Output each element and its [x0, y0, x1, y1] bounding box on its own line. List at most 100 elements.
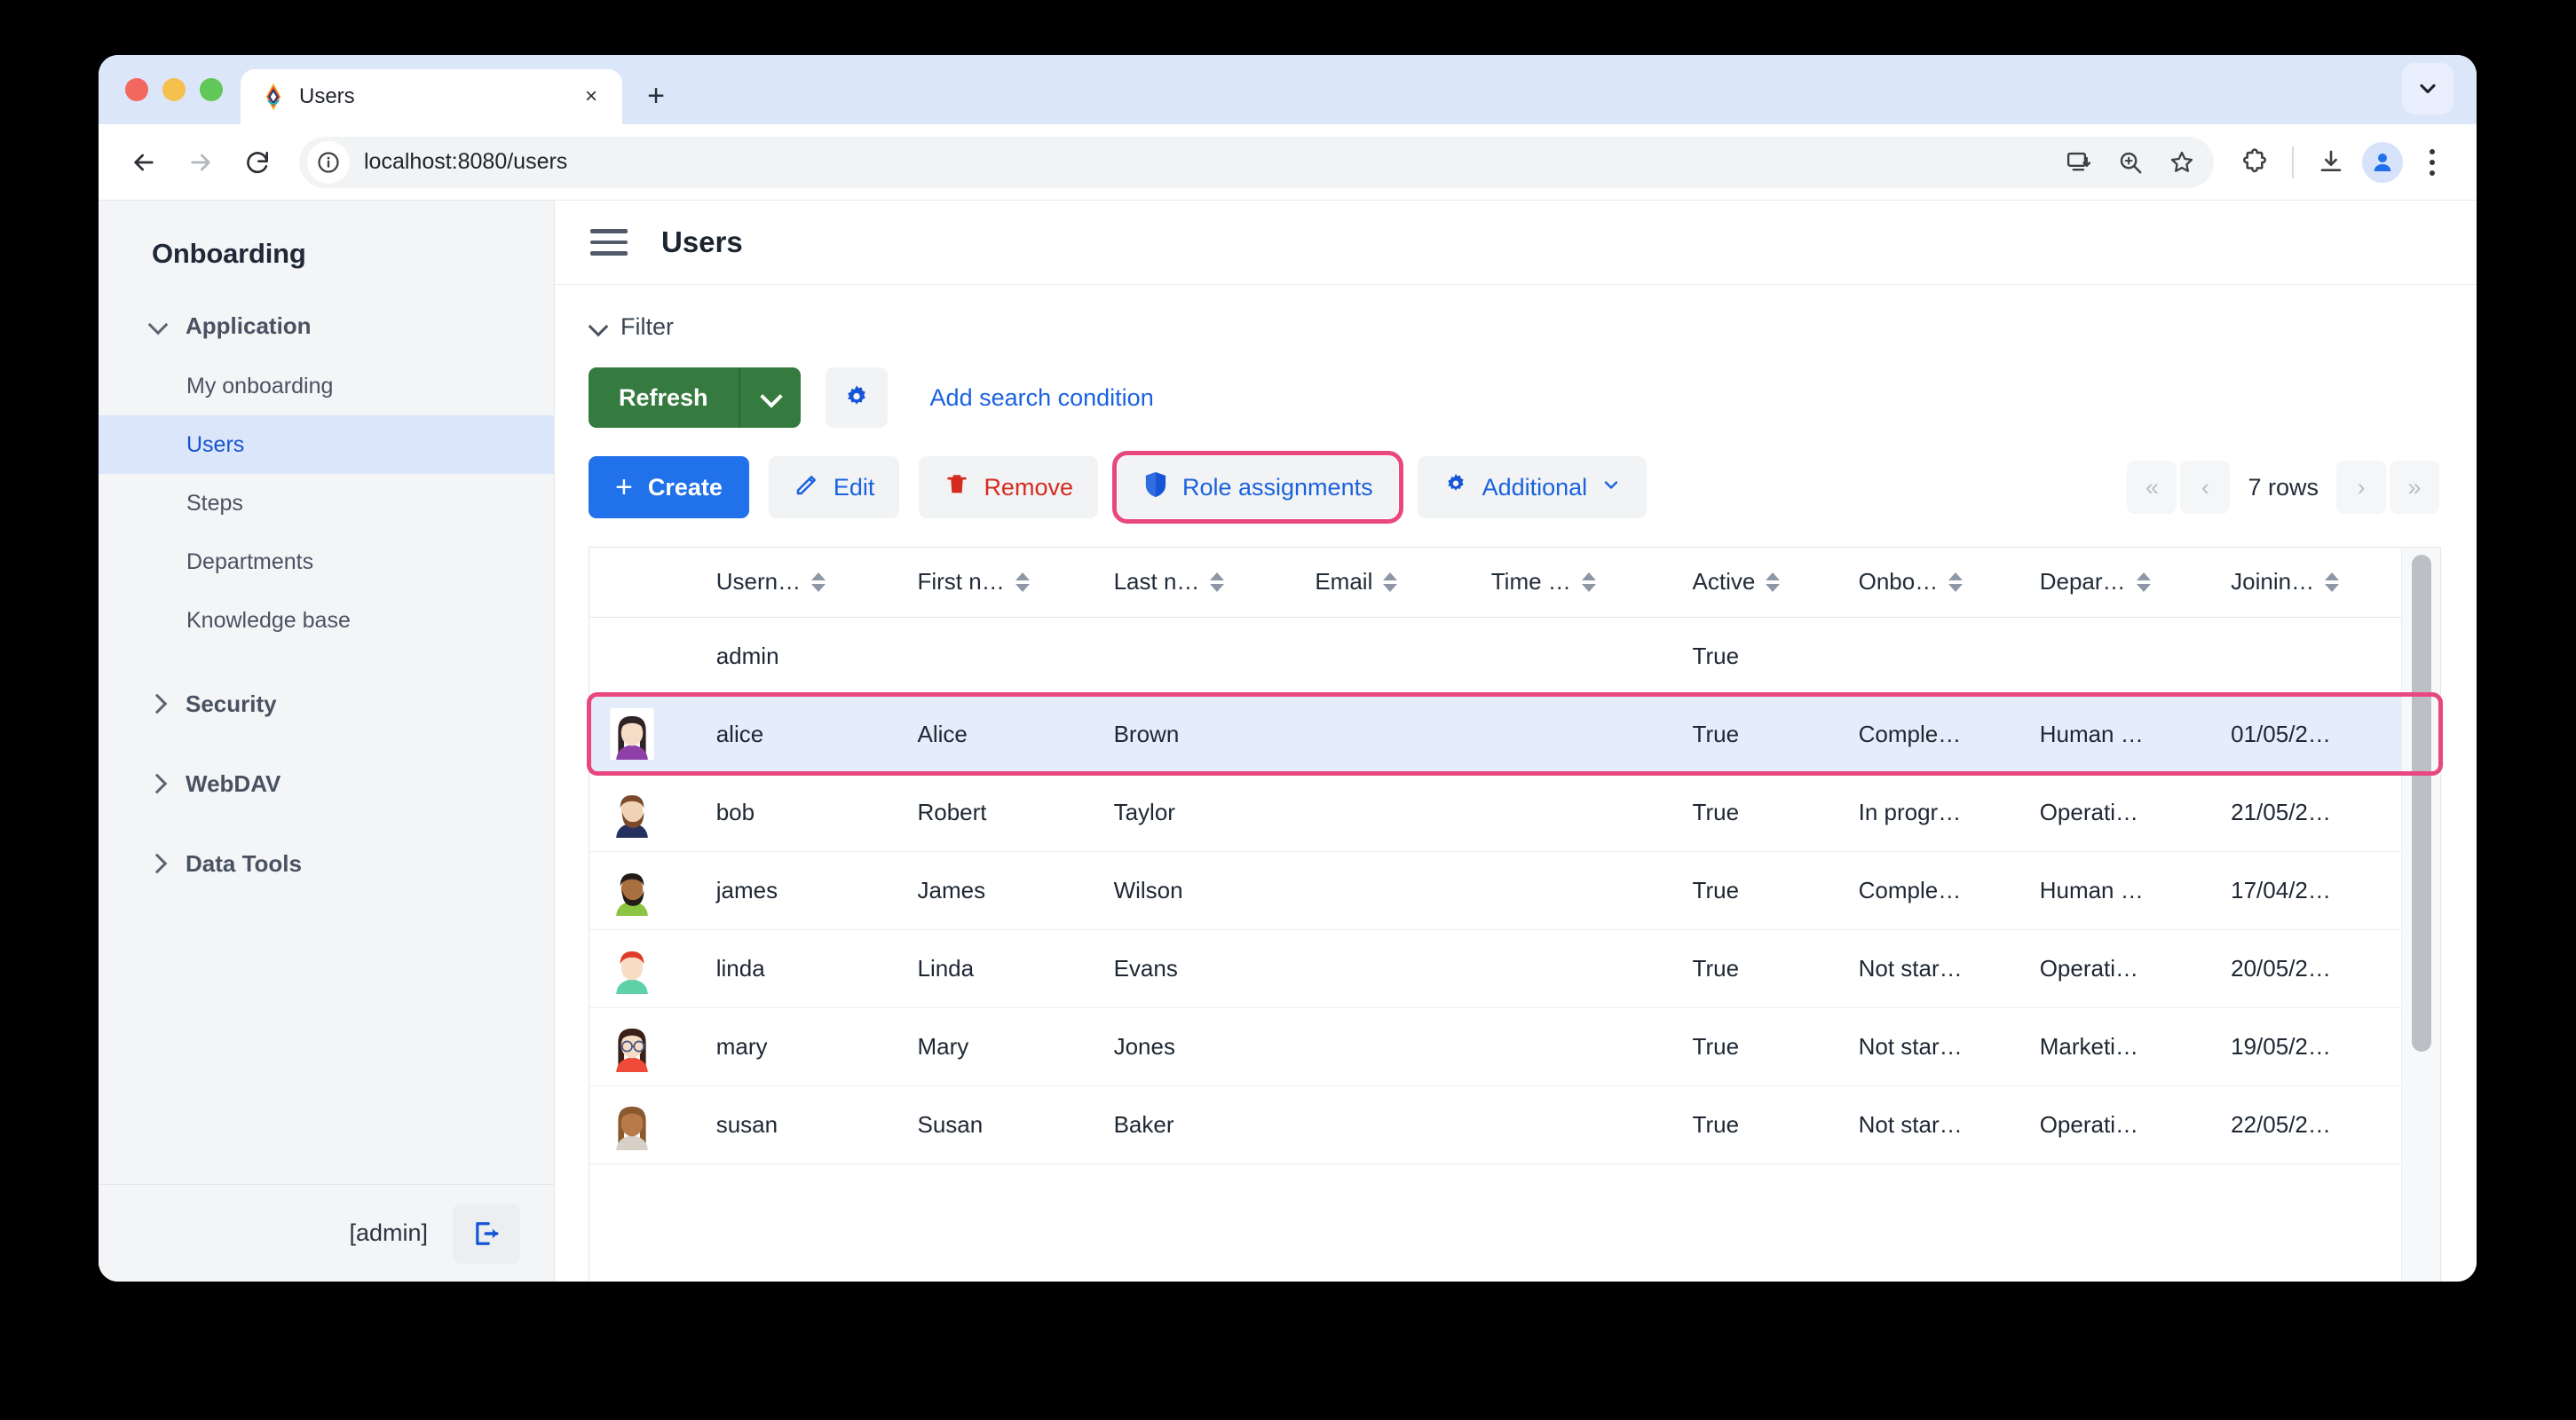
- column-label: Usern…: [715, 568, 802, 596]
- table-vertical-scrollbar[interactable]: [2401, 548, 2440, 1282]
- sidebar-item-steps[interactable]: Steps: [99, 474, 554, 532]
- downloads-icon[interactable]: [2308, 139, 2354, 185]
- sort-icon[interactable]: [1766, 569, 1781, 596]
- cell-joining: 17/04/2…: [2215, 851, 2401, 930]
- cell-username: bob: [699, 773, 902, 852]
- reload-button[interactable]: [232, 137, 283, 188]
- close-icon[interactable]: ×: [576, 82, 606, 112]
- column-header-active[interactable]: Active: [1676, 548, 1843, 618]
- table-row[interactable]: james James Wilson True Comple… Human … 17/04/…: [589, 851, 2401, 930]
- minimize-window-button[interactable]: [162, 78, 186, 101]
- add-search-condition-link[interactable]: Add search condition: [930, 384, 1154, 412]
- sort-icon[interactable]: [1581, 569, 1596, 596]
- cell-email: [1299, 1007, 1475, 1086]
- hamburger-icon[interactable]: [590, 229, 628, 256]
- plus-icon: +: [615, 470, 633, 504]
- logout-button[interactable]: [453, 1203, 520, 1264]
- row-count-label: 7 rows: [2248, 473, 2319, 501]
- sort-icon[interactable]: [1210, 569, 1225, 596]
- sidebar-item-departments[interactable]: Departments: [99, 532, 554, 591]
- chevron-down-icon[interactable]: [2402, 63, 2454, 114]
- table-row[interactable]: admin True: [589, 617, 2401, 696]
- filter-settings-button[interactable]: [825, 367, 888, 428]
- bookmark-star-icon[interactable]: [2159, 139, 2205, 185]
- cell-department: Human …: [2023, 694, 2216, 774]
- cell-joining: 01/05/2…: [2215, 694, 2401, 774]
- profile-avatar-icon[interactable]: [2359, 139, 2406, 185]
- sidebar-item-knowledge-base[interactable]: Knowledge base: [99, 591, 554, 650]
- column-header-department[interactable]: Depar…: [2023, 548, 2216, 618]
- table-row[interactable]: bob Robert Taylor True In progr… Operati… 21/0…: [589, 773, 2401, 852]
- avatar: [589, 773, 700, 852]
- additional-button[interactable]: Additional: [1417, 456, 1648, 518]
- sidebar-item-users[interactable]: Users: [99, 415, 554, 474]
- column-header-time-zone[interactable]: Time …: [1474, 548, 1677, 618]
- table-row[interactable]: mary Mary Jones True Not star… Marketi… 19/05/…: [589, 1007, 2401, 1086]
- forward-button[interactable]: [175, 137, 226, 188]
- browser-menu-icon[interactable]: [2411, 139, 2454, 185]
- sidebar-group-webdav[interactable]: WebDAV: [99, 758, 554, 809]
- cell-email: [1299, 851, 1475, 930]
- new-tab-button[interactable]: +: [635, 75, 677, 117]
- install-app-icon[interactable]: [2056, 139, 2102, 185]
- extensions-puzzle-icon[interactable]: [2232, 139, 2278, 185]
- table-row[interactable]: alice Alice Brown True Comple… Human … 01/05/2…: [589, 694, 2401, 774]
- cell-lastName: Taylor: [1097, 773, 1300, 852]
- table-row[interactable]: susan Susan Baker True Not star… Operati… 22/0…: [589, 1085, 2401, 1164]
- zoom-icon[interactable]: [2107, 139, 2153, 185]
- cell-firstName: Alice: [901, 694, 1098, 774]
- additional-button-label: Additional: [1482, 473, 1588, 501]
- edit-button[interactable]: Edit: [768, 456, 900, 518]
- refresh-dropdown-button[interactable]: [739, 367, 801, 428]
- first-page-button[interactable]: «: [2127, 461, 2177, 514]
- chevron-down-icon: [589, 318, 608, 337]
- scrollbar-thumb[interactable]: [2411, 555, 2431, 1052]
- page-title: Users: [661, 225, 743, 258]
- prev-page-button[interactable]: ‹: [2180, 461, 2231, 514]
- sidebar-group-security[interactable]: Security: [99, 678, 554, 730]
- sidebar-group-application[interactable]: Application: [99, 300, 554, 351]
- column-header-last-name[interactable]: Last n…: [1097, 548, 1300, 618]
- sort-icon[interactable]: [2136, 569, 2151, 596]
- cell-firstName: Robert: [901, 773, 1098, 852]
- cell-username: susan: [699, 1085, 902, 1164]
- sort-icon[interactable]: [1383, 569, 1398, 596]
- next-page-button[interactable]: ›: [2336, 461, 2386, 514]
- back-button[interactable]: [118, 137, 170, 188]
- column-header-onboarding[interactable]: Onbo…: [1842, 548, 2024, 618]
- chevron-down-icon: [148, 316, 168, 335]
- column-header-joining-date[interactable]: Joinin…: [2215, 548, 2401, 618]
- column-header-username[interactable]: Usern…: [699, 548, 902, 618]
- cell-active: True: [1676, 694, 1843, 774]
- cell-username: linda: [699, 929, 902, 1008]
- create-button[interactable]: + Create: [589, 456, 749, 518]
- last-page-button[interactable]: »: [2390, 461, 2439, 514]
- sort-icon[interactable]: [1948, 569, 1964, 596]
- sort-icon[interactable]: [1015, 569, 1030, 596]
- close-window-button[interactable]: [125, 78, 148, 101]
- browser-window: Users × + localhost:8080/users Onboardin…: [99, 55, 2477, 1282]
- table-body: admin True alice Alice Brown True Comple… Huma…: [589, 617, 2401, 1164]
- info-circle-icon[interactable]: [307, 140, 350, 184]
- address-bar[interactable]: localhost:8080/users: [299, 136, 2214, 188]
- cell-timeZone: [1474, 929, 1677, 1008]
- toolbar-divider: [2292, 146, 2294, 178]
- sort-icon[interactable]: [2325, 569, 2340, 596]
- sort-icon[interactable]: [811, 569, 826, 596]
- browser-tab[interactable]: Users ×: [241, 69, 622, 124]
- cell-active: True: [1676, 773, 1843, 852]
- role-assignments-button[interactable]: Role assignments: [1111, 451, 1403, 524]
- column-header-first-name[interactable]: First n…: [901, 548, 1098, 618]
- sidebar-group-data-tools[interactable]: Data Tools: [99, 838, 554, 889]
- cell-email: [1299, 773, 1475, 852]
- maximize-window-button[interactable]: [200, 78, 223, 101]
- filter-section-header[interactable]: Filter: [589, 313, 2477, 341]
- jmix-logo-icon: [260, 83, 287, 111]
- column-header-email[interactable]: Email: [1299, 548, 1475, 618]
- refresh-button[interactable]: Refresh: [589, 367, 740, 428]
- tab-title: Users: [299, 84, 355, 108]
- table-row[interactable]: linda Linda Evans True Not star… Operati… 20/0…: [589, 929, 2401, 1008]
- remove-button[interactable]: Remove: [919, 456, 1098, 518]
- sidebar-item-my-onboarding[interactable]: My onboarding: [99, 357, 554, 415]
